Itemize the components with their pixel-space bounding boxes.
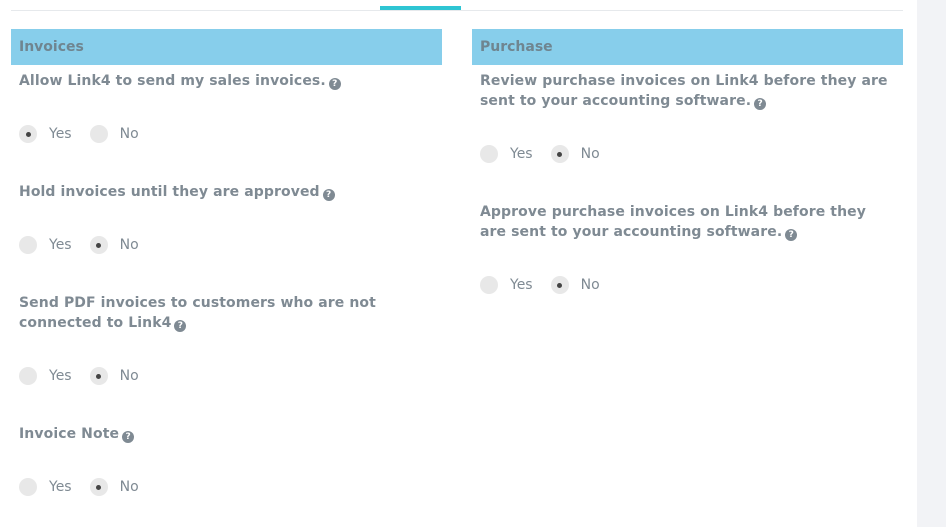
- radio-selected-dot: [96, 484, 102, 490]
- setting-send-pdf-invoices: Send PDF invoices to customers who are n…: [19, 293, 436, 385]
- radio-circle[interactable]: [19, 125, 37, 143]
- invoices-section: Invoices Allow Link4 to send my sales in…: [11, 29, 442, 496]
- radio-group: Yes No: [19, 124, 157, 144]
- tab-bar-divider: [11, 10, 903, 11]
- help-icon[interactable]: ?: [322, 189, 335, 201]
- radio-circle[interactable]: [19, 478, 37, 496]
- setting-label: Allow Link4 to send my sales invoices.: [19, 73, 326, 89]
- purchase-section: Purchase Review purchase invoices on Lin…: [472, 29, 903, 294]
- radio-no[interactable]: No: [550, 276, 600, 294]
- radio-group: Yes No: [19, 477, 157, 497]
- radio-no-label: No: [119, 368, 139, 384]
- radio-no-label: No: [119, 126, 139, 142]
- radio-yes-label: Yes: [510, 146, 533, 162]
- radio-yes[interactable]: Yes: [19, 125, 72, 143]
- help-icon[interactable]: ?: [122, 431, 135, 443]
- radio-no-label: No: [580, 146, 600, 162]
- setting-label: Approve purchase invoices on Link4 befor…: [480, 204, 866, 240]
- radio-yes[interactable]: Yes: [19, 236, 72, 254]
- radio-selected-dot: [96, 242, 102, 248]
- help-icon[interactable]: ?: [174, 320, 187, 332]
- setting-approve-purchase-invoices: Approve purchase invoices on Link4 befor…: [480, 202, 897, 294]
- radio-yes[interactable]: Yes: [19, 367, 72, 385]
- radio-circle[interactable]: [550, 145, 569, 163]
- radio-circle[interactable]: [19, 367, 37, 385]
- radio-group: Yes No: [480, 275, 618, 295]
- radio-circle[interactable]: [550, 276, 569, 294]
- radio-no-label: No: [119, 237, 139, 253]
- radio-group: Yes No: [19, 235, 157, 255]
- help-icon[interactable]: ?: [328, 78, 341, 90]
- radio-yes[interactable]: Yes: [480, 276, 533, 294]
- radio-circle[interactable]: [480, 145, 498, 163]
- radio-no[interactable]: No: [550, 145, 600, 163]
- radio-circle[interactable]: [89, 367, 108, 385]
- radio-circle[interactable]: [19, 236, 37, 254]
- setting-label: Review purchase invoices on Link4 before…: [480, 73, 888, 109]
- radio-selected-dot: [557, 151, 563, 157]
- radio-circle[interactable]: [89, 125, 108, 143]
- radio-no[interactable]: No: [89, 236, 139, 254]
- setting-allow-send-sales-invoices: Allow Link4 to send my sales invoices.? …: [19, 71, 436, 143]
- radio-no-label: No: [119, 479, 139, 495]
- radio-group: Yes No: [480, 144, 618, 164]
- setting-invoice-note: Invoice Note? Yes No: [19, 424, 436, 496]
- radio-yes[interactable]: Yes: [19, 478, 72, 496]
- radio-yes-label: Yes: [49, 237, 72, 253]
- radio-yes-label: Yes: [49, 126, 72, 142]
- setting-label: Invoice Note: [19, 426, 120, 442]
- radio-no[interactable]: No: [89, 478, 139, 496]
- active-tab-indicator: [380, 6, 461, 10]
- radio-yes-label: Yes: [49, 479, 72, 495]
- radio-circle[interactable]: [89, 236, 108, 254]
- radio-circle[interactable]: [89, 478, 108, 496]
- purchase-section-header: Purchase: [472, 29, 903, 65]
- radio-selected-dot: [96, 373, 102, 379]
- help-icon[interactable]: ?: [785, 229, 798, 241]
- right-scroll-panel: [917, 0, 946, 527]
- radio-selected-dot: [557, 282, 563, 288]
- radio-yes-label: Yes: [510, 277, 533, 293]
- setting-hold-invoices: Hold invoices until they are approved? Y…: [19, 182, 436, 254]
- help-icon[interactable]: ?: [754, 98, 767, 110]
- radio-group: Yes No: [19, 366, 157, 386]
- radio-no-label: No: [580, 277, 600, 293]
- setting-label: Hold invoices until they are approved: [19, 184, 320, 200]
- setting-review-purchase-invoices: Review purchase invoices on Link4 before…: [480, 71, 897, 163]
- setting-label: Send PDF invoices to customers who are n…: [19, 295, 376, 331]
- radio-yes-label: Yes: [49, 368, 72, 384]
- radio-no[interactable]: No: [89, 367, 139, 385]
- radio-selected-dot: [25, 131, 31, 137]
- radio-circle[interactable]: [480, 276, 498, 294]
- radio-no[interactable]: No: [89, 125, 139, 143]
- invoices-section-header: Invoices: [11, 29, 442, 65]
- radio-yes[interactable]: Yes: [480, 145, 533, 163]
